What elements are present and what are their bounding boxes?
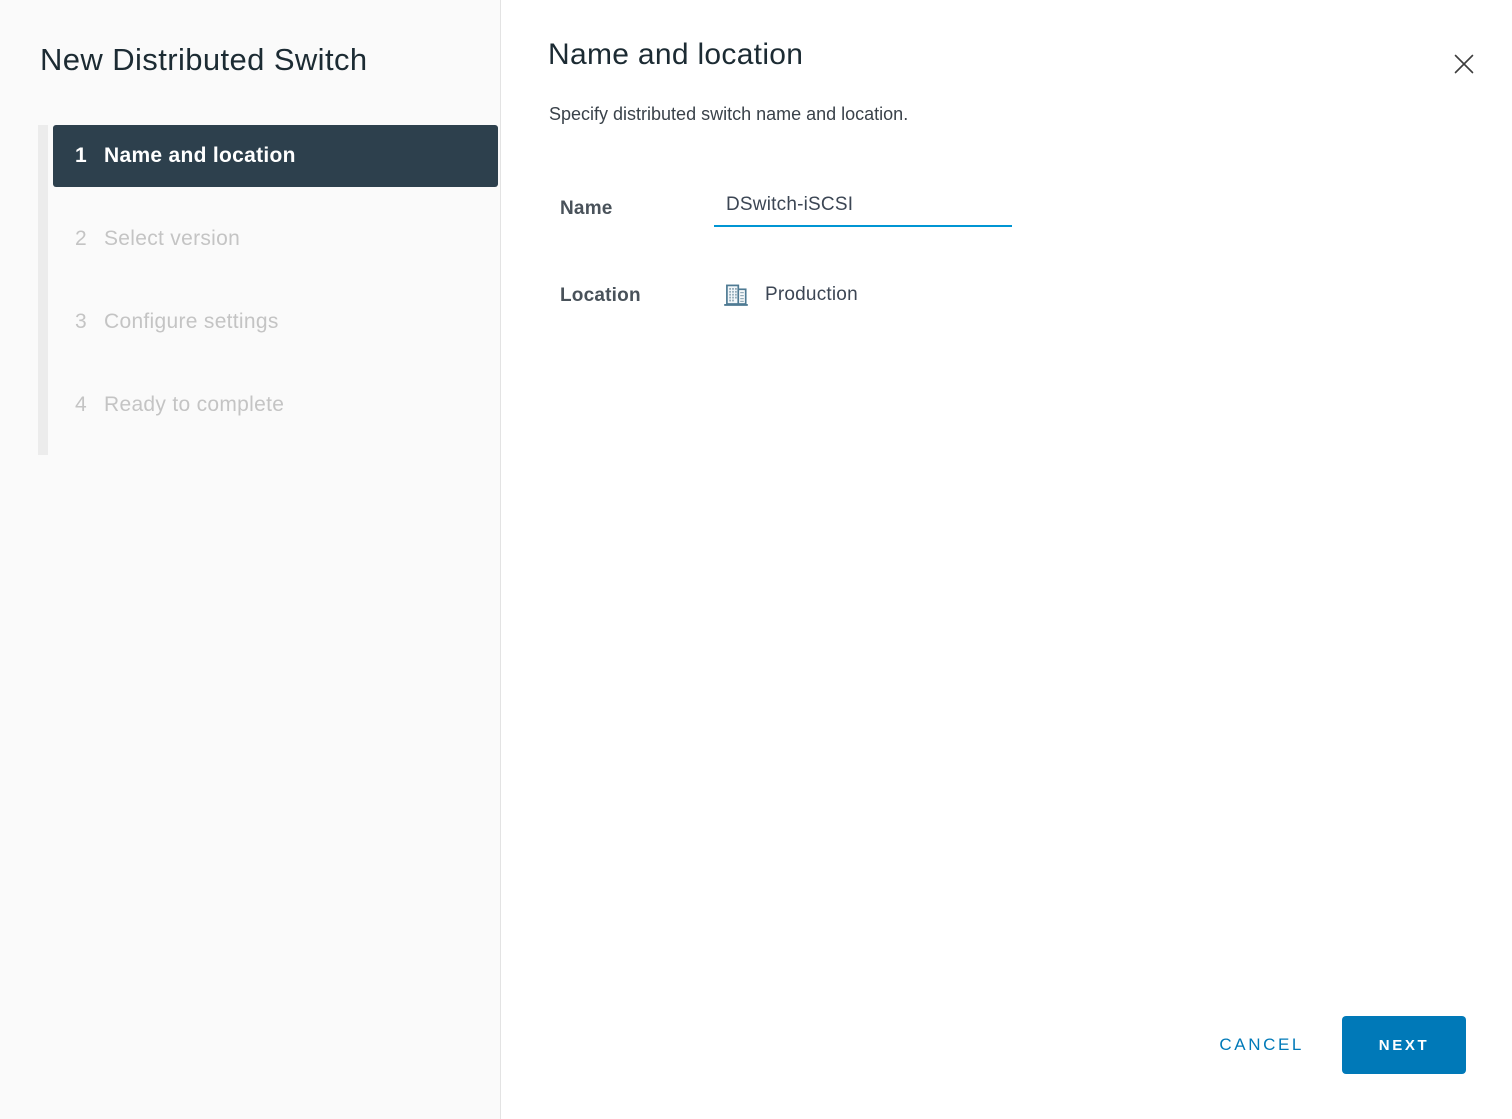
step-label: Name and location xyxy=(104,144,296,168)
wizard-title: New Distributed Switch xyxy=(40,42,368,78)
close-icon xyxy=(1451,51,1477,77)
name-label: Name xyxy=(560,198,613,220)
step-label: Configure settings xyxy=(104,310,279,334)
step-number: 1 xyxy=(75,144,91,168)
location-name: Production xyxy=(765,284,858,306)
location-value[interactable]: Production xyxy=(722,280,858,310)
step-list: 1 Name and location 2 Select version 3 C… xyxy=(38,125,500,457)
step-label: Select version xyxy=(104,227,240,251)
next-button[interactable]: NEXT xyxy=(1342,1016,1466,1074)
datacenter-icon xyxy=(722,280,750,310)
page-subtitle: Specify distributed switch name and loca… xyxy=(549,104,908,125)
cancel-button[interactable]: CANCEL xyxy=(1219,1035,1304,1055)
wizard-content-panel: Name and location Specify distributed sw… xyxy=(502,0,1512,1119)
page-title: Name and location xyxy=(548,38,803,72)
step-number: 2 xyxy=(75,227,91,251)
wizard-sidebar: New Distributed Switch 1 Name and locati… xyxy=(0,0,501,1119)
step-label: Ready to complete xyxy=(104,393,284,417)
step-select-version[interactable]: 2 Select version xyxy=(53,208,500,270)
name-input[interactable] xyxy=(714,188,1012,227)
close-button[interactable] xyxy=(1448,48,1480,80)
step-number: 3 xyxy=(75,310,91,334)
step-name-and-location[interactable]: 1 Name and location xyxy=(53,125,498,187)
step-number: 4 xyxy=(75,393,91,417)
step-rail xyxy=(38,125,48,455)
step-ready-to-complete[interactable]: 4 Ready to complete xyxy=(53,374,500,436)
wizard-footer: CANCEL NEXT xyxy=(1219,1016,1466,1074)
location-label: Location xyxy=(560,285,641,307)
step-configure-settings[interactable]: 3 Configure settings xyxy=(53,291,500,353)
